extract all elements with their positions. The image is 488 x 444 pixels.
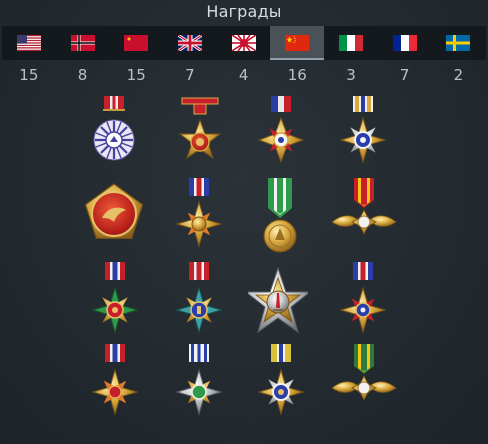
medal-2-4[interactable]: [330, 178, 398, 240]
medal-3-4[interactable]: [340, 262, 386, 334]
count-japan: 4: [238, 66, 249, 84]
medal-4-2[interactable]: [176, 344, 222, 416]
tab-germany[interactable]: [56, 26, 110, 60]
medal-2-1[interactable]: [82, 182, 146, 246]
germany-flag-icon: [70, 35, 95, 51]
medal-icon: [176, 344, 222, 416]
medal-2-3[interactable]: [260, 178, 300, 258]
count-sweden: 2: [453, 66, 464, 84]
medal-icon: [93, 96, 135, 161]
medal-4-4[interactable]: [330, 344, 398, 408]
tab-sweden[interactable]: [432, 26, 486, 60]
medal-icon: [84, 183, 144, 239]
britain-flag-icon: [177, 35, 202, 51]
tab-japan[interactable]: [217, 26, 271, 60]
medal-icon: [258, 344, 304, 416]
medal-icon: [331, 178, 397, 235]
tab-italy[interactable]: [324, 26, 378, 60]
medal-1-3[interactable]: [258, 96, 304, 164]
medal-1-2[interactable]: [176, 96, 224, 164]
medal-icon: [178, 97, 222, 160]
sweden-flag-icon: [446, 35, 471, 51]
italy-flag-icon: [338, 35, 363, 51]
count-britain: 7: [185, 66, 195, 84]
tab-britain[interactable]: [163, 26, 217, 60]
page-title: Награды: [206, 2, 282, 21]
medal-icon: [340, 262, 386, 334]
medal-3-3[interactable]: [248, 264, 308, 340]
medal-icon: [248, 266, 308, 334]
count-china: 16: [287, 66, 307, 84]
medal-icon: [340, 96, 386, 164]
nation-tabs: [2, 26, 486, 60]
medal-icon: [176, 262, 222, 334]
medal-icon: [92, 262, 138, 334]
count-italy: 3: [346, 66, 356, 84]
count-germany: 8: [77, 66, 88, 84]
tab-usa[interactable]: [2, 26, 56, 60]
medal-1-4[interactable]: [340, 96, 386, 164]
count-france: 7: [399, 66, 410, 84]
tab-china[interactable]: [270, 26, 325, 60]
medal-3-1[interactable]: [92, 262, 138, 334]
medal-4-1[interactable]: [92, 344, 138, 416]
medal-2-2[interactable]: [176, 178, 222, 248]
france-flag-icon: [392, 35, 417, 51]
medal-icon: [258, 96, 304, 164]
medal-icon: [176, 178, 222, 248]
japan-flag-icon: [231, 35, 256, 51]
medal-1-1[interactable]: [92, 96, 136, 164]
china-flag-icon: [285, 35, 310, 51]
medal-4-3[interactable]: [258, 344, 304, 416]
medal-3-2[interactable]: [176, 262, 222, 334]
medal-icon: [263, 178, 297, 253]
count-ussr: 15: [126, 66, 146, 84]
ussr-flag-icon: [124, 35, 149, 51]
medal-icon: [92, 344, 138, 416]
tab-ussr[interactable]: [109, 26, 163, 60]
tab-france[interactable]: [378, 26, 432, 60]
usa-flag-icon: [16, 35, 41, 51]
medal-icon: [331, 344, 397, 401]
award-counts: 15 8 15 7 4 16 3 7 2: [2, 66, 486, 84]
count-usa: 15: [19, 66, 39, 84]
